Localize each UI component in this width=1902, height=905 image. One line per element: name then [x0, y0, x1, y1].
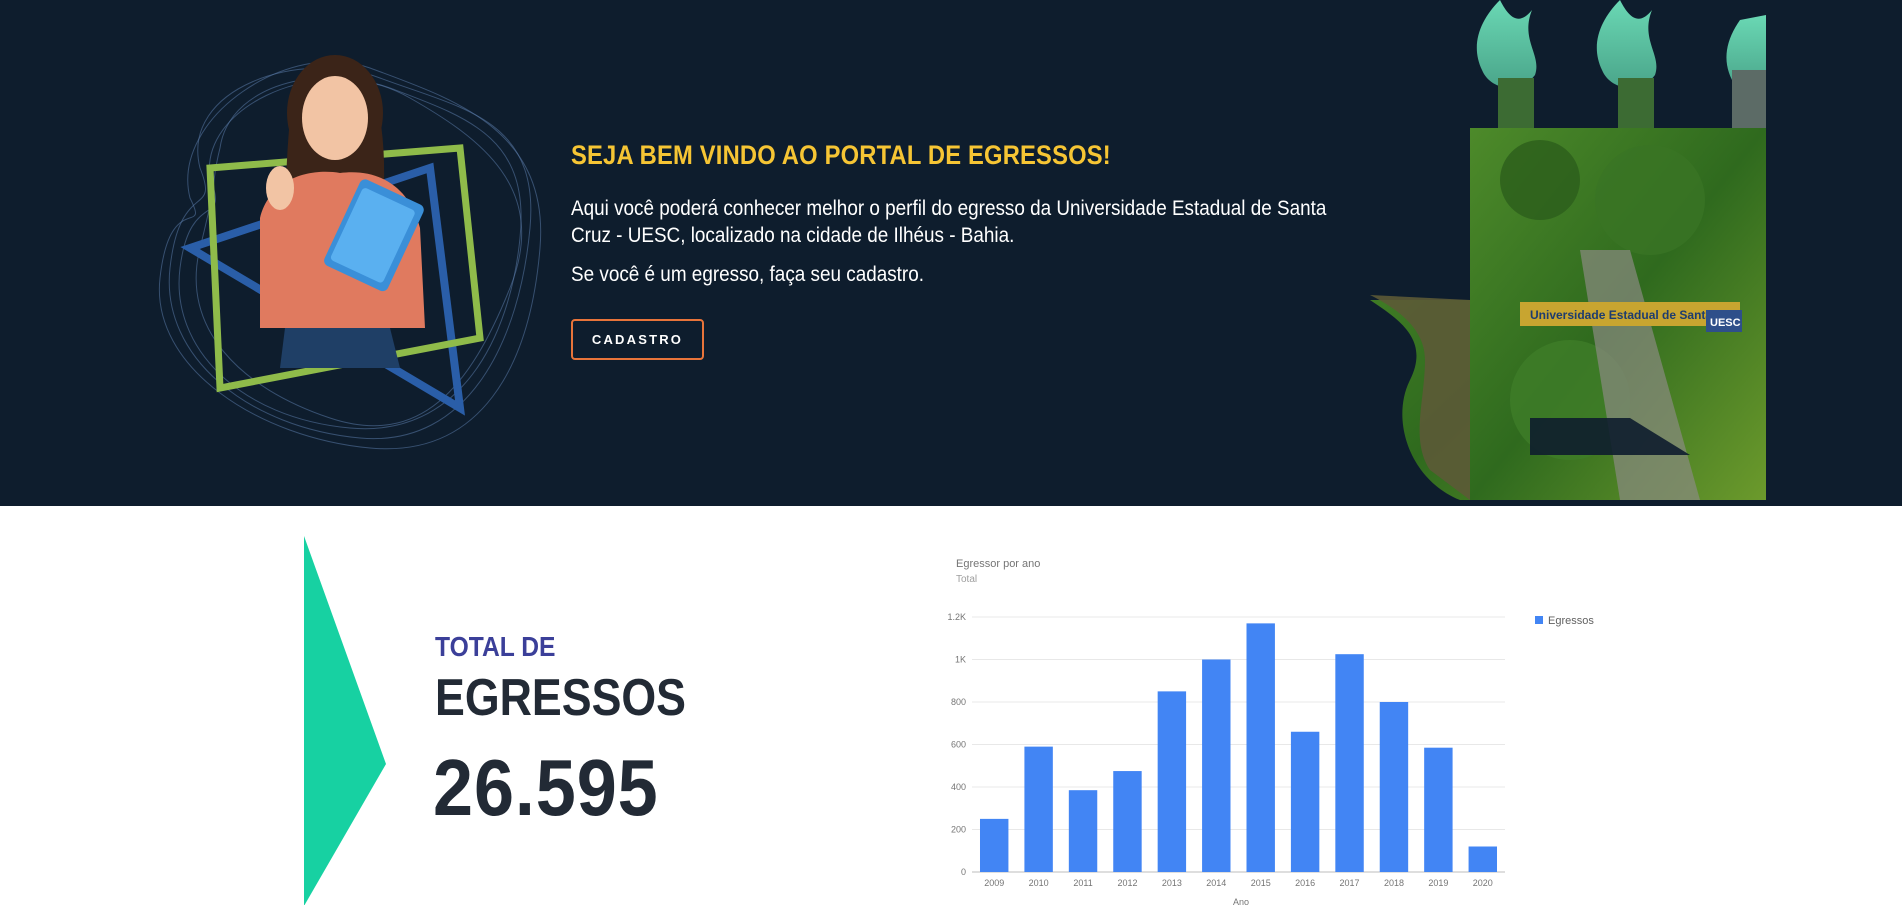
- egressos-por-ano-chart: Egressor por ano Total 0 200 400 600 800 1K 1.…: [940, 506, 1640, 905]
- welcome-title: SEJA BEM VINDO AO PORTAL DE EGRESSOS!: [571, 140, 1111, 170]
- chart-x-axis: 2009 2010 2011 2012 2013 2014 2015 2016 2017 2018…: [984, 878, 1493, 888]
- chart-bar[interactable]: [979, 818, 1009, 872]
- total-egressos-value: 26.595: [433, 743, 659, 832]
- chart-x-tick-label: 2015: [1251, 878, 1271, 888]
- chart-bar[interactable]: [1113, 771, 1142, 872]
- chart-bar[interactable]: [1157, 691, 1187, 872]
- chart-y-axis: 0 200 400 600 800 1K 1.2K: [947, 612, 966, 877]
- chart-x-tick-label: 2009: [984, 878, 1004, 888]
- hero-banner: SEJA BEM VINDO AO PORTAL DE EGRESSOS! Aq…: [0, 0, 1902, 506]
- chart-title: Egressor por ano: [956, 558, 1040, 570]
- total-title: EGRESSOS: [435, 669, 687, 727]
- chart-x-tick-label: 2020: [1473, 878, 1493, 888]
- cadastro-button[interactable]: CADASTRO: [571, 319, 704, 360]
- chart-bar[interactable]: [1424, 747, 1453, 872]
- chart-x-tick-label: 2010: [1029, 878, 1049, 888]
- legend-swatch: [1535, 616, 1543, 624]
- chart-x-axis-title: Ano: [1233, 897, 1249, 905]
- chart-bar[interactable]: [1246, 623, 1275, 872]
- total-label: TOTAL DE: [435, 631, 556, 662]
- chart-bar[interactable]: [1335, 654, 1364, 872]
- chart-bar[interactable]: [1202, 659, 1231, 873]
- chart-y-tick-label: 1K: [955, 655, 966, 665]
- chart-x-tick-label: 2017: [1340, 878, 1360, 888]
- chart-subtitle: Total: [956, 574, 977, 585]
- chart-bar[interactable]: [1468, 846, 1498, 873]
- student-figure: [260, 55, 425, 368]
- chart-x-tick-label: 2019: [1428, 878, 1448, 888]
- chart-x-tick-label: 2013: [1162, 878, 1182, 888]
- welcome-description: Aqui você poderá conhecer melhor o perfi…: [571, 197, 1327, 247]
- chart-x-tick-label: 2011: [1073, 878, 1092, 888]
- campus-sign-short: UESC: [1710, 317, 1741, 329]
- campus-photo-torches: Universidade Estadual de Santa Cruz UESC: [1370, 0, 1766, 500]
- chart-y-tick-label: 1.2K: [947, 612, 966, 622]
- flame-icon: [1476, 0, 1537, 88]
- signup-invitation: Se você é um egresso, faça seu cadastro.: [571, 263, 924, 286]
- student-illustration: [158, 55, 542, 450]
- chart-bar[interactable]: [1068, 790, 1098, 872]
- chart-bars: [979, 623, 1498, 873]
- flame-icon: [1596, 0, 1657, 88]
- chart-y-tick-label: 600: [951, 740, 966, 750]
- chart-bar[interactable]: [1290, 731, 1320, 872]
- stats-section: TOTAL DE EGRESSOS 26.595 Egressor por an…: [0, 506, 1902, 905]
- chart-y-tick-label: 400: [951, 782, 966, 792]
- chart-y-tick-label: 0: [961, 867, 966, 877]
- chart-x-tick-label: 2014: [1206, 878, 1226, 888]
- chart-y-tick-label: 200: [951, 825, 966, 835]
- chart-x-tick-label: 2016: [1295, 878, 1315, 888]
- legend-label: Egressos: [1548, 615, 1594, 627]
- chart-legend: Egressos: [1535, 615, 1594, 627]
- chart-svg: Egressor por ano Total 0 200 400 600 800 1K 1.…: [947, 558, 1594, 905]
- chart-y-tick-label: 800: [951, 697, 966, 707]
- chart-bar[interactable]: [1379, 702, 1409, 872]
- chart-x-tick-label: 2012: [1117, 878, 1137, 888]
- arrow-decoration: [304, 536, 386, 905]
- chart-bar[interactable]: [1024, 746, 1053, 872]
- chart-x-tick-label: 2018: [1384, 878, 1404, 888]
